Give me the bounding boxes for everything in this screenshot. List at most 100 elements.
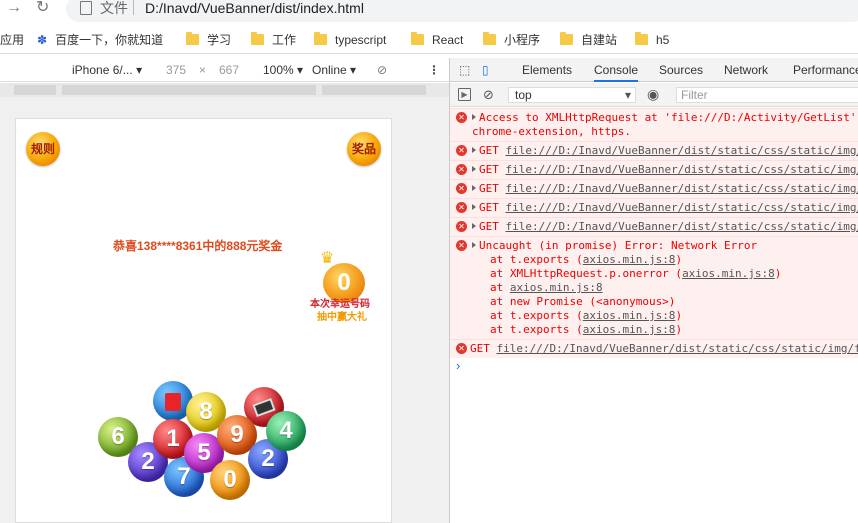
request-url-link[interactable]: file:///D:/Inavd/VueBanner/dist/static/c… xyxy=(506,182,858,195)
request-url-link[interactable]: file:///D:/Inavd/VueBanner/dist/static/c… xyxy=(506,201,858,214)
dropdown-arrow-icon: ▾ xyxy=(624,88,631,102)
dropdown-arrow-icon: ▾ xyxy=(136,63,143,77)
context-select[interactable]: top ▾ xyxy=(508,87,636,103)
console-prompt[interactable]: › xyxy=(450,358,858,374)
red-packet-icon xyxy=(165,392,181,411)
prizes-button[interactable]: 奖品 xyxy=(347,132,381,166)
error-text: Access to XMLHttpRequest at 'file:///D:/… xyxy=(479,111,858,124)
expand-arrow-icon[interactable] xyxy=(472,223,476,229)
expand-arrow-icon[interactable] xyxy=(472,185,476,191)
sidebar-toggle-icon[interactable]: ▶ xyxy=(458,88,471,101)
bookmark-folder-typescript[interactable]: typescript xyxy=(314,32,386,48)
bookmark-label: 百度一下，你就知道 xyxy=(55,33,164,47)
dimension-times: × xyxy=(199,63,207,77)
more-options-icon[interactable]: ⋮ xyxy=(428,63,440,77)
bookmark-folder-h5[interactable]: h5 xyxy=(635,32,669,48)
expand-arrow-icon[interactable] xyxy=(472,166,476,172)
zoom-value: 100% xyxy=(263,63,294,77)
rules-button[interactable]: 规则 xyxy=(26,132,60,166)
lottery-ball: 4 xyxy=(266,411,306,451)
rotate-icon[interactable]: ⊘ xyxy=(377,63,387,77)
source-link[interactable]: axios.min.js:8 xyxy=(682,267,775,280)
ruler-segment xyxy=(14,85,56,95)
console-error[interactable]: ✕ GET file:///D:/Inavd/VueBanner/dist/sta… xyxy=(450,160,858,179)
error-icon: ✕ xyxy=(456,343,467,354)
stack-text: ) xyxy=(675,309,683,322)
device-toolbar: iPhone 6/... ▾ 375 × 667 100% ▾ Online ▾… xyxy=(0,58,449,82)
console-error-uncaught[interactable]: ✕ Uncaught (in promise) Error: Network E… xyxy=(450,236,858,339)
inspect-icon[interactable]: ⬚ xyxy=(459,63,470,77)
console-error[interactable]: ✕ GET file:///D:/Inavd/VueBanner/dist/sta… xyxy=(450,141,858,160)
reload-icon[interactable]: ↻ xyxy=(36,0,49,16)
console-error[interactable]: ✕ GET file:///D:/Inavd/VueBanner/dist/sta… xyxy=(450,179,858,198)
request-url-link[interactable]: file:///D:/Inavd/VueBanner/dist/static/c… xyxy=(506,220,858,233)
bookmark-folder-study[interactable]: 学习 xyxy=(186,32,231,48)
clear-console-icon[interactable]: ⊘ xyxy=(483,87,494,103)
console-error[interactable]: ✕ GET file:///D:/Inavd/VueBanner/dist/sta… xyxy=(450,198,858,217)
error-icon: ✕ xyxy=(456,112,467,123)
error-text: Uncaught (in promise) Error: Network Err… xyxy=(479,239,758,252)
stack-frame: at new Promise (<anonymous>) xyxy=(472,295,858,309)
console-error[interactable]: ✕ GET file:///D:/Inavd/VueBanner/dist/sta… xyxy=(450,217,858,236)
folder-icon xyxy=(560,32,573,45)
device-select[interactable]: iPhone 6/... ▾ xyxy=(72,63,142,77)
request-method: GET xyxy=(479,220,499,233)
source-link[interactable]: axios.min.js:8 xyxy=(583,309,676,322)
request-method: GET xyxy=(479,163,499,176)
source-link[interactable]: axios.min.js:8 xyxy=(583,253,676,266)
bookmark-folder-selfsite[interactable]: 自建站 xyxy=(560,32,617,48)
network-select[interactable]: Online ▾ xyxy=(312,63,356,77)
stack-text: ) xyxy=(774,267,782,280)
bookmark-folder-work[interactable]: 工作 xyxy=(251,32,296,48)
request-url-link[interactable]: file:///D:/Inavd/VueBanner/dist/static/c… xyxy=(506,144,858,157)
stack-text: at t.exports ( xyxy=(490,253,583,266)
error-text: chrome-extension, https. xyxy=(472,125,631,138)
bookmark-baidu[interactable]: ✽ 百度一下，你就知道 xyxy=(37,32,163,48)
error-icon: ✕ xyxy=(456,164,467,175)
error-icon: ✕ xyxy=(456,183,467,194)
stack-frame: at t.exports (axios.min.js:8) xyxy=(472,253,858,267)
bookmark-label: 学习 xyxy=(207,33,232,47)
tab-elements[interactable]: Elements xyxy=(522,63,572,77)
zoom-select[interactable]: 100% ▾ xyxy=(263,63,303,77)
bookmark-label: h5 xyxy=(656,33,670,47)
forward-icon[interactable]: → xyxy=(6,0,22,16)
bookmark-apps[interactable]: 应用 xyxy=(0,32,24,48)
url-scheme-label: 文件 xyxy=(100,0,128,16)
device-mode-icon[interactable]: ▯ xyxy=(482,63,489,77)
folder-icon xyxy=(314,32,327,45)
expand-arrow-icon[interactable] xyxy=(472,204,476,210)
url-text[interactable]: D:/Inavd/VueBanner/dist/index.html xyxy=(145,0,364,16)
tab-network[interactable]: Network xyxy=(724,63,768,77)
console-error[interactable]: ✕ Access to XMLHttpRequest at 'file:///D… xyxy=(450,108,858,141)
live-expression-eye-icon[interactable]: ◉ xyxy=(647,86,659,103)
file-icon xyxy=(80,1,92,15)
bookmark-label: 自建站 xyxy=(581,33,618,47)
console-filter-input[interactable]: Filter xyxy=(676,87,858,103)
source-link[interactable]: axios.min.js:8 xyxy=(583,323,676,336)
expand-arrow-icon[interactable] xyxy=(472,114,476,120)
bookmark-label: 工作 xyxy=(272,33,297,47)
folder-icon xyxy=(251,32,264,45)
tab-sources[interactable]: Sources xyxy=(659,63,703,77)
stack-text: at XMLHttpRequest.p.onerror ( xyxy=(490,267,683,280)
bookmark-label: React xyxy=(432,33,464,47)
source-link[interactable]: axios.min.js:8 xyxy=(510,281,603,294)
bookmark-folder-react[interactable]: React xyxy=(411,32,463,48)
bookmark-folder-miniprogram[interactable]: 小程序 xyxy=(483,32,540,48)
request-method: GET xyxy=(479,144,499,157)
viewport-height[interactable]: 667 xyxy=(219,63,239,77)
devtools-tabbar: ⬚ ▯ Elements Console Sources Network Per… xyxy=(450,58,858,82)
viewport-width[interactable]: 375 xyxy=(166,63,186,77)
expand-arrow-icon[interactable] xyxy=(472,147,476,153)
request-url-link[interactable]: file:///D:/Inavd/VueBanner/dist/static/c… xyxy=(506,163,858,176)
media-query-ruler[interactable] xyxy=(0,83,449,97)
expand-arrow-icon[interactable] xyxy=(472,242,476,248)
console-error[interactable]: ✕ GET file:///D:/Inavd/VueBanner/dist/sta… xyxy=(450,339,858,358)
tab-performance[interactable]: Performance xyxy=(793,63,858,77)
request-url-link[interactable]: file:///D:/Inavd/VueBanner/dist/static/c… xyxy=(497,342,858,355)
stack-text: ) xyxy=(675,253,683,266)
prompt-chevron-icon: › xyxy=(456,358,461,373)
tab-console[interactable]: Console xyxy=(594,63,639,82)
stack-frame: at axios.min.js:8 xyxy=(472,281,858,295)
